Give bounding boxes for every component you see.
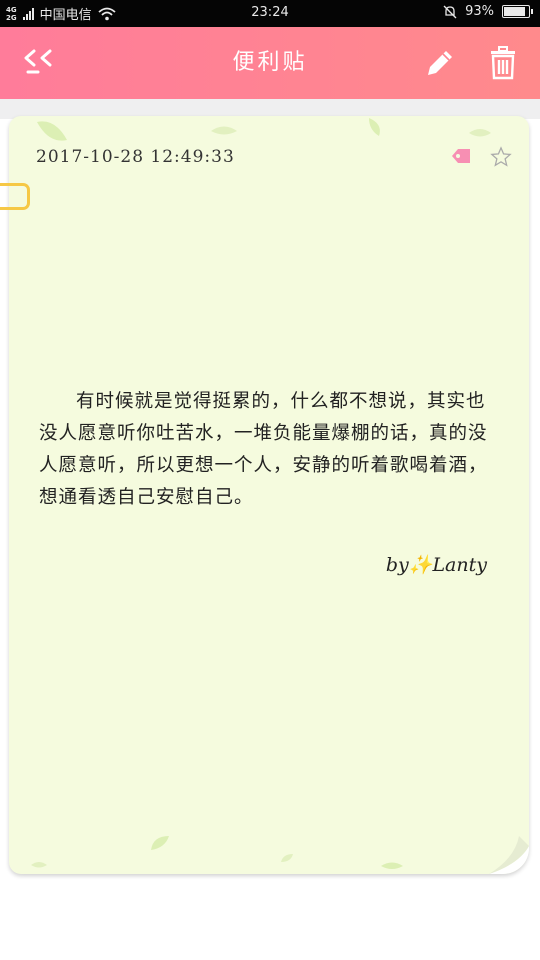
leaf-decoration-icon <box>31 862 47 868</box>
tag-icon[interactable] <box>450 147 472 165</box>
delete-button[interactable] <box>488 45 518 81</box>
pencil-icon <box>428 51 452 75</box>
leaf-decoration-icon <box>469 129 491 137</box>
note-signature: by✨Lanty <box>385 554 487 576</box>
leaf-decoration-icon <box>37 121 67 141</box>
note-datetime: 2017-10-28 12:49:33 <box>36 147 235 167</box>
leaf-decoration-icon <box>381 862 403 869</box>
trash-icon <box>491 46 515 80</box>
leaf-decoration-icon <box>151 836 169 850</box>
page-curl-icon <box>489 828 529 874</box>
leaf-decoration-icon <box>369 118 380 136</box>
note-content[interactable]: 有时候就是觉得挺累的，什么都不想说，其实也没人愿意听你吐苦水，一堆负能量爆棚的话… <box>39 386 499 514</box>
side-drawer-handle[interactable] <box>0 183 30 210</box>
note-card[interactable]: 2017-10-28 12:49:33 有时候就是觉得挺累的，什么都不想说，其实… <box>9 116 529 874</box>
status-bar: 4G 2G 中国电信 23:24 93% <box>0 0 540 27</box>
battery-percent: 93% <box>465 4 494 19</box>
leaf-decoration-icon <box>211 126 237 135</box>
edit-button[interactable] <box>424 47 456 79</box>
app-header: 便利贴 <box>0 27 540 99</box>
status-right: 93% <box>443 4 533 19</box>
alarm-off-icon <box>443 5 457 18</box>
leaf-decoration-icon <box>281 854 293 862</box>
page-title: 便利贴 <box>232 50 308 75</box>
battery-icon <box>502 5 533 18</box>
star-outline-icon[interactable] <box>490 146 512 168</box>
